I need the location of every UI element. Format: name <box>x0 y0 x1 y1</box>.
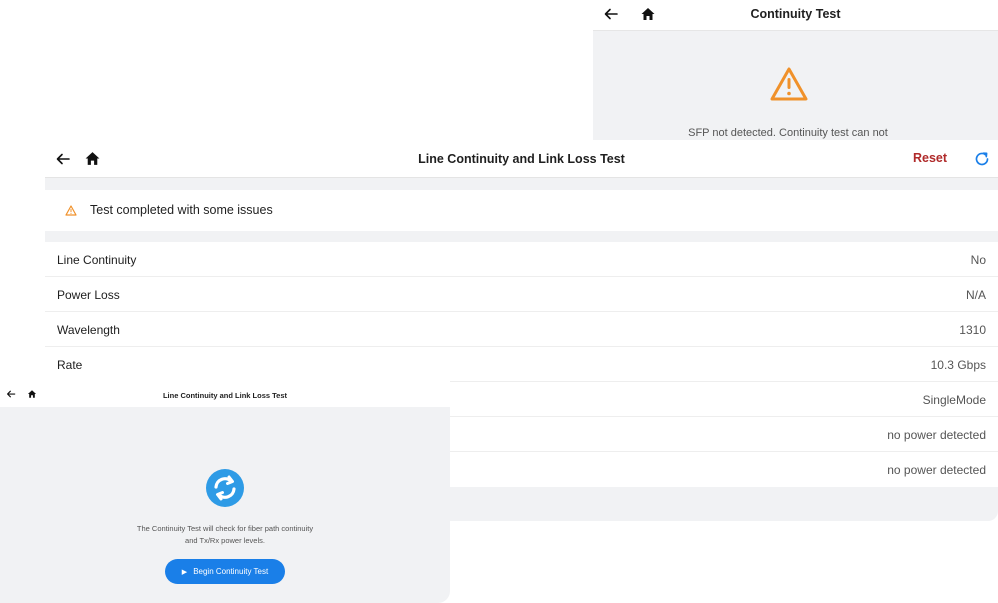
page-title: Continuity Test <box>750 7 841 21</box>
description-line: and Tx/Rx power levels. <box>185 536 265 545</box>
test-description: The Continuity Test will check for fiber… <box>0 523 450 547</box>
page-title: Line Continuity and Link Loss Test <box>162 391 288 400</box>
result-label: Line Continuity <box>57 253 137 267</box>
sync-icon <box>205 468 245 508</box>
result-row-wavelength: Wavelength 1310 <box>45 312 998 347</box>
begin-continuity-test-button[interactable]: ▶ Begin Continuity Test <box>165 559 285 584</box>
result-row-line-continuity: Line Continuity No <box>45 242 998 277</box>
status-text: Test completed with some issues <box>90 203 273 217</box>
main-panel-header: Line Continuity and Link Loss Test Reset <box>45 140 998 178</box>
result-value: N/A <box>965 288 986 302</box>
result-value: No <box>970 253 986 267</box>
refresh-icon[interactable] <box>973 150 991 168</box>
status-banner: Test completed with some issues <box>45 190 998 231</box>
bottom-panel-header: Line Continuity and Link Loss Test <box>0 380 450 407</box>
result-value: no power detected <box>887 463 986 477</box>
result-row-power-loss: Power Loss N/A <box>45 277 998 312</box>
top-panel-header: Continuity Test <box>593 0 998 31</box>
reset-button[interactable]: Reset <box>913 151 947 165</box>
description-line: The Continuity Test will check for fiber… <box>136 524 314 533</box>
play-icon: ▶ <box>181 569 188 576</box>
result-label: Power Loss <box>57 288 120 302</box>
continuity-test-panel: Continuity Test SFP not detected. Contin… <box>593 0 998 142</box>
begin-test-panel: Line Continuity and Link Loss Test The C… <box>0 380 450 603</box>
result-value: no power detected <box>887 428 986 442</box>
result-value: 1310 <box>959 323 986 337</box>
result-label: Rate <box>57 358 83 372</box>
warning-triangle-icon <box>65 205 77 216</box>
page-title: Line Continuity and Link Loss Test <box>418 152 625 166</box>
result-value: 10.3 Gbps <box>930 358 986 372</box>
begin-button-label: Begin Continuity Test <box>193 567 269 576</box>
result-row-rate: Rate 10.3 Gbps <box>45 347 998 382</box>
result-label: Wavelength <box>57 323 120 337</box>
sfp-message: SFP not detected. Continuity test can no… <box>688 127 888 139</box>
result-value: SingleMode <box>922 393 986 407</box>
warning-triangle-icon <box>769 66 809 102</box>
